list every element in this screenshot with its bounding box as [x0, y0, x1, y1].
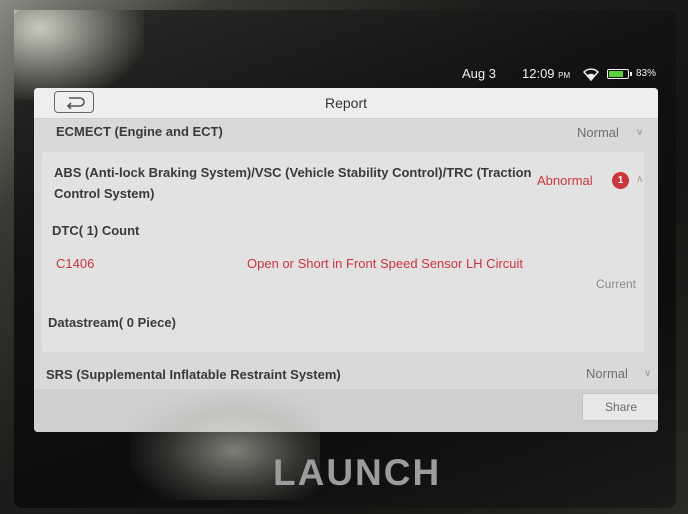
status-bar: Aug 3 12:09 PM 83%	[30, 64, 662, 86]
title-bar: Report	[34, 88, 658, 119]
system-name: ECMECT (Engine and ECT)	[56, 124, 223, 139]
status-normal: Normal	[577, 125, 619, 140]
wifi-icon	[583, 68, 599, 81]
bottom-bar: Share	[34, 389, 658, 432]
battery-percent: 83%	[636, 68, 657, 79]
status-abnormal: Abnormal	[537, 173, 593, 188]
chevron-up-icon[interactable]: ∧	[636, 174, 643, 185]
dtc-description: Open or Short in Front Speed Sensor LH C…	[247, 256, 524, 271]
fault-count-badge: 1	[612, 172, 629, 189]
status-date: Aug 3	[462, 66, 496, 81]
status-time: 12:09 PM	[522, 66, 571, 81]
dtc-state: Current	[596, 277, 637, 291]
system-name: ABS (Anti-lock Braking System)/VSC (Vehi…	[54, 165, 532, 201]
status-normal: Normal	[586, 366, 628, 381]
brand-logo: LAUNCH	[273, 452, 442, 493]
dtc-code: C1406	[56, 256, 95, 271]
battery-icon	[607, 69, 632, 79]
system-row-srs[interactable]: SRS (Supplemental Inflatable Restraint S…	[40, 357, 658, 387]
system-name: SRS (Supplemental Inflatable Restraint S…	[46, 367, 341, 382]
page-title: Report	[324, 95, 368, 111]
system-row-ecmect[interactable]: ECMECT (Engine and ECT) Normal ∨	[40, 119, 658, 149]
datastream-header: Datastream( 0 Piece)	[48, 315, 176, 330]
system-card-abs: ABS (Anti-lock Braking System)/VSC (Vehi…	[42, 152, 644, 352]
light-glare	[14, 10, 144, 100]
share-button[interactable]: Share	[582, 393, 658, 421]
chevron-down-icon[interactable]: ∨	[644, 368, 651, 379]
report-screen: Report ECMECT (Engine and ECT) Normal ∨ …	[34, 88, 658, 432]
dtc-count-header: DTC( 1) Count	[52, 223, 140, 238]
system-list[interactable]: ECMECT (Engine and ECT) Normal ∨ ABS (An…	[34, 119, 658, 389]
chevron-down-icon[interactable]: ∨	[636, 127, 643, 138]
